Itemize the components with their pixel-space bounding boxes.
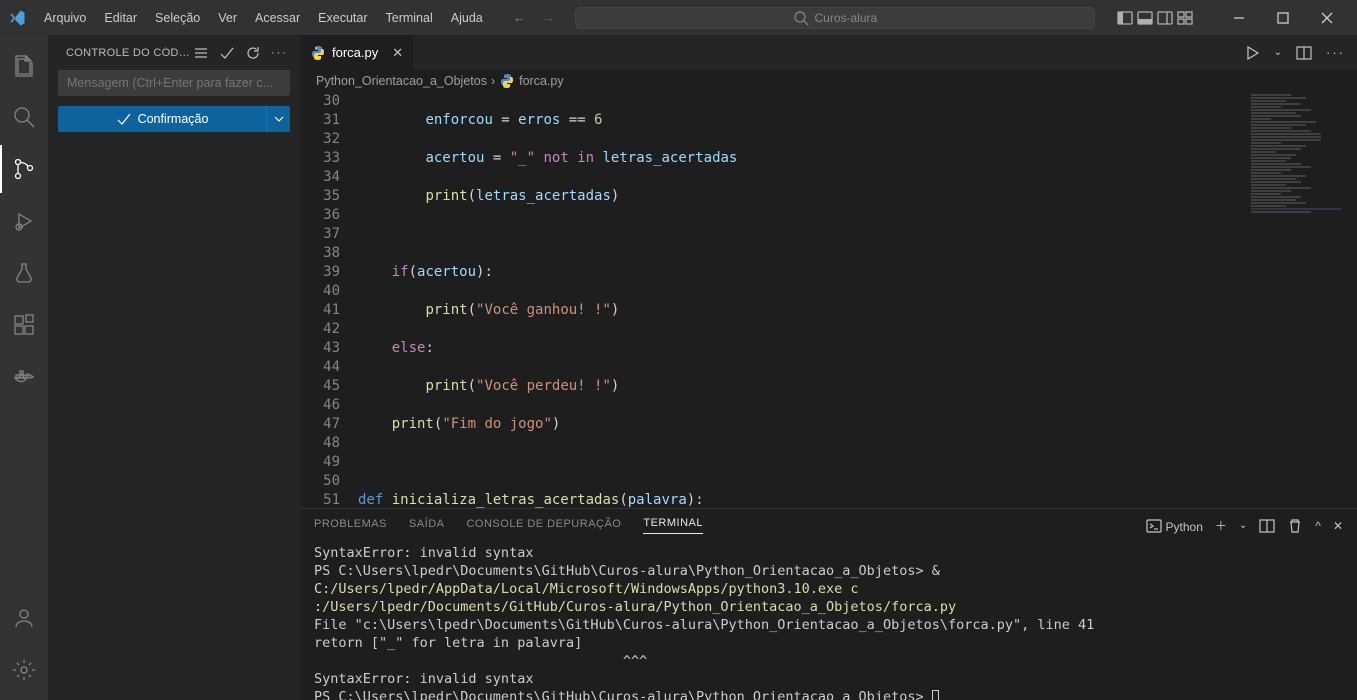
run-chevron-icon[interactable]: ⌄ [1274,47,1282,58]
menu-terminal[interactable]: Terminal [378,7,441,29]
line-numbers: 3031323334353637383940414243444546474849… [300,92,358,508]
panel-tab-saida[interactable]: SAÍDA [409,518,445,534]
panel-tab-console[interactable]: CONSOLE DE DEPURAÇÃO [466,518,621,534]
commit-button-label: Confirmação [138,112,209,126]
split-editor-icon[interactable] [1296,45,1312,61]
editor-more-icon[interactable]: ··· [1326,45,1345,60]
breadcrumb[interactable]: Python_Orientacao_a_Objetos › forca.py [300,70,1357,92]
panel-tab-terminal[interactable]: TERMINAL [643,517,703,534]
terminal-output[interactable]: SyntaxError: invalid syntax PS C:\Users\… [300,542,1357,700]
close-icon[interactable]: ✕ [392,45,403,61]
menu-acessar[interactable]: Acessar [247,7,308,29]
search-placeholder: Curos-alura [815,11,878,25]
layout-customize-icon[interactable] [1177,10,1193,26]
minimap[interactable] [1237,92,1357,508]
search-icon [793,10,809,26]
terminal-shell-label[interactable]: Python [1146,518,1203,534]
new-terminal-icon[interactable]: ＋ [1215,517,1227,534]
code-content[interactable]: enforcou = erros == 6 acertou = "_" not … [358,92,1237,508]
commit-dropdown-button[interactable] [266,106,290,132]
activity-settings[interactable] [0,646,48,694]
python-icon [310,45,326,61]
window-minimize-icon[interactable] [1217,0,1261,35]
editor-tabs: forca.py ✕ ⌄ ··· [300,35,1357,70]
run-icon[interactable] [1244,45,1260,61]
menu-arquivo[interactable]: Arquivo [36,7,94,29]
activity-run-debug[interactable] [0,197,48,245]
command-center[interactable]: Curos-alura [575,7,1095,29]
menu-bar: Arquivo Editar Seleção Ver Acessar Execu… [36,7,491,29]
view-tree-icon[interactable] [193,45,209,61]
python-icon [499,73,515,89]
breadcrumb-file[interactable]: forca.py [519,74,563,88]
menu-ver[interactable]: Ver [210,7,245,29]
activity-source-control[interactable] [0,145,48,193]
window-close-icon[interactable] [1305,0,1349,35]
tab-label: forca.py [332,45,378,60]
panel-tab-problemas[interactable]: PROBLEMAS [314,518,387,534]
chevron-down-icon [271,111,287,127]
activity-docker[interactable] [0,353,48,401]
sidebar-title: CONTROLE DO CÓDIG... [66,47,193,59]
split-terminal-icon[interactable] [1259,518,1275,534]
terminal-cursor [932,690,939,700]
titlebar: Arquivo Editar Seleção Ver Acessar Execu… [0,0,1357,35]
terminal-chevron-icon[interactable]: ⌄ [1239,520,1247,531]
panel-maximize-icon[interactable]: ^ [1315,519,1321,533]
code-editor[interactable]: 3031323334353637383940414243444546474849… [300,92,1237,508]
bottom-panel: PROBLEMAS SAÍDA CONSOLE DE DEPURAÇÃO TER… [300,508,1357,700]
activity-accounts[interactable] [0,594,48,642]
activity-explorer[interactable] [0,41,48,89]
commit-button[interactable]: Confirmação [58,106,266,132]
breadcrumb-folder[interactable]: Python_Orientacao_a_Objetos [316,74,487,88]
layout-sidebar-left-icon[interactable] [1117,10,1133,26]
tab-forca-py[interactable]: forca.py ✕ [300,35,414,70]
layout-sidebar-right-icon[interactable] [1157,10,1173,26]
activity-testing[interactable] [0,249,48,297]
menu-ajuda[interactable]: Ajuda [443,7,491,29]
layout-panel-icon[interactable] [1137,10,1153,26]
nav-back-icon[interactable]: ← [513,10,526,25]
window-maximize-icon[interactable] [1261,0,1305,35]
refresh-icon[interactable] [245,45,261,61]
check-icon [116,111,132,127]
checkmark-icon[interactable] [219,45,235,61]
activity-bar [0,35,48,700]
editor-area: forca.py ✕ ⌄ ··· Python_Orientacao_a_Obj… [300,35,1357,700]
menu-editar[interactable]: Editar [96,7,145,29]
vscode-icon [8,9,26,27]
terminal-shell-icon [1146,518,1162,534]
menu-executar[interactable]: Executar [310,7,375,29]
kill-terminal-icon[interactable] [1287,518,1303,534]
menu-selecao[interactable]: Seleção [147,7,208,29]
activity-extensions[interactable] [0,301,48,349]
more-icon[interactable]: ··· [271,47,288,59]
activity-search[interactable] [0,93,48,141]
sidebar-source-control: CONTROLE DO CÓDIG... ··· Confirmação [48,35,300,700]
nav-forward-icon[interactable]: → [542,10,555,25]
commit-message-input[interactable] [58,70,290,96]
panel-close-icon[interactable]: ✕ [1333,519,1343,533]
